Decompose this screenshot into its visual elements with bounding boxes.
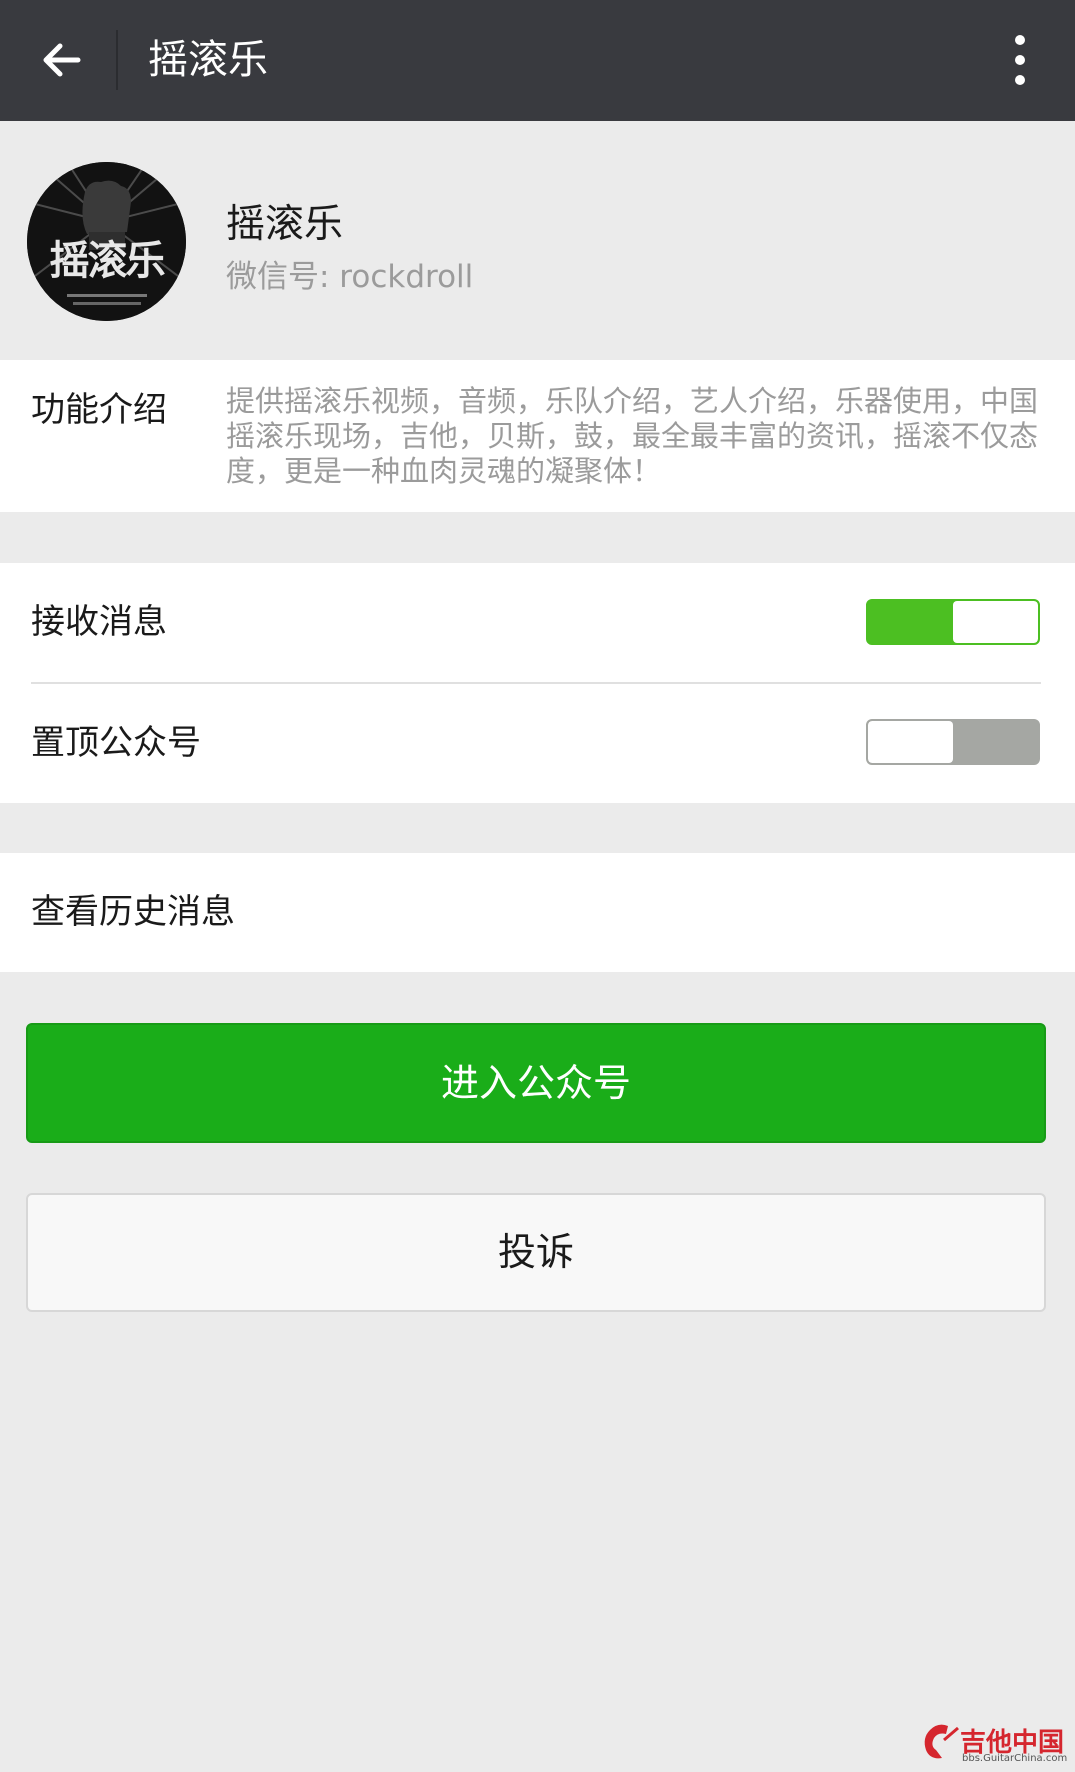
watermark-url: bbs.GuitarChina.com [962, 1753, 1068, 1764]
avatar[interactable]: 摇滚乐 [27, 162, 186, 321]
pin-account-row: 置顶公众号 [0, 684, 1075, 803]
top-bar-divider [116, 30, 118, 90]
more-button[interactable] [985, 22, 1055, 98]
settings-group: 接收消息 置顶公众号 [0, 563, 1075, 803]
toggle-knob [953, 601, 1038, 643]
view-history-row[interactable]: 查看历史消息 [0, 853, 1075, 972]
pin-account-toggle[interactable] [866, 719, 1040, 765]
account-name: 摇滚乐 [226, 202, 344, 247]
receive-messages-label: 接收消息 [31, 602, 167, 642]
wechat-id: 微信号: rockdroll [226, 259, 474, 295]
receive-messages-row: 接收消息 [0, 563, 1075, 682]
enter-account-button[interactable]: 进入公众号 [26, 1023, 1046, 1143]
receive-messages-toggle[interactable] [866, 599, 1040, 645]
page-title: 摇滚乐 [148, 37, 268, 83]
complain-button[interactable]: 投诉 [26, 1193, 1046, 1312]
guitar-logo-icon [924, 1724, 959, 1759]
pin-account-label: 置顶公众号 [31, 723, 201, 763]
watermark: 吉他中国 bbs.GuitarChina.com [918, 1720, 1070, 1766]
intro-section: 功能介绍 提供摇滚乐视频，音频，乐队介绍，艺人介绍，乐器使用，中国摇滚乐现场，吉… [0, 360, 1075, 512]
arrow-left-icon [43, 43, 81, 77]
toggle-knob [868, 721, 953, 763]
more-vertical-icon [1015, 35, 1025, 85]
account-profile: 摇滚乐 摇滚乐 微信号: rockdroll [0, 121, 1075, 360]
top-bar: 摇滚乐 [0, 0, 1075, 121]
intro-label: 功能介绍 [31, 390, 167, 430]
intro-text: 提供摇滚乐视频，音频，乐队介绍，艺人介绍，乐器使用，中国摇滚乐现场，吉他，贝斯，… [226, 384, 1039, 488]
back-button[interactable] [24, 22, 100, 98]
view-history-label: 查看历史消息 [31, 892, 235, 932]
avatar-logo-text: 摇滚乐 [49, 238, 166, 284]
